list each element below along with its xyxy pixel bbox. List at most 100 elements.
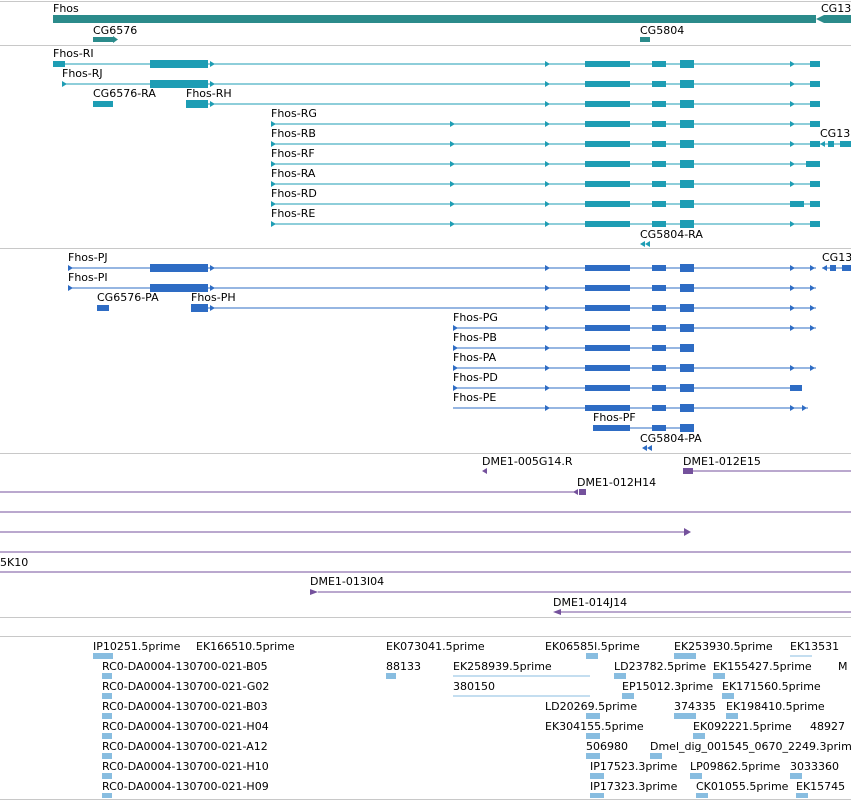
est-506980[interactable]: 506980	[586, 740, 628, 759]
est-rc0-h04[interactable]: RC0-DA0004-130700-021-H04	[102, 720, 269, 739]
est-374335[interactable]: 374335	[674, 700, 716, 719]
protein-fhos-pg[interactable]: Fhos-PG	[453, 311, 816, 332]
exon-cluster	[652, 101, 666, 107]
protein-fhos-pd[interactable]: Fhos-PD	[453, 371, 802, 392]
exon-arrow	[802, 405, 807, 411]
protein-cg13[interactable]: CG13	[822, 251, 851, 271]
exon-arrow	[645, 241, 650, 247]
transcript-fhos-re[interactable]: Fhos-RE	[271, 207, 820, 228]
clone-dme1-012e15[interactable]: DME1-012E15	[683, 455, 851, 474]
est-rc0-a12[interactable]: RC0-DA0004-130700-021-A12	[102, 740, 268, 759]
exon-arrow	[210, 305, 215, 311]
exon	[810, 81, 820, 87]
exon-cluster	[680, 140, 694, 148]
est-ip17523[interactable]: IP17523.3prime	[590, 760, 678, 779]
est-ek258939[interactable]: EK258939.5prime	[453, 660, 590, 677]
est-ek198410[interactable]: EK198410.5prime	[726, 700, 825, 719]
clone-dme1-012h14[interactable]: DME1-012H14	[0, 476, 656, 495]
est-ip17323[interactable]: IP17323.3prime	[590, 780, 678, 798]
clone-dme1-005g14r[interactable]: DME1-005G14.R	[482, 455, 573, 474]
est-ek06585[interactable]: EK06585l.5prime	[545, 640, 640, 659]
transcript-fhos-rd[interactable]: Fhos-RD	[271, 187, 820, 208]
protein-fhos-ph[interactable]: Fhos-PH	[191, 291, 816, 312]
clone-dme1-014j14[interactable]: DME1-014J14	[553, 596, 851, 615]
est-ek073041[interactable]: EK073041.5prime	[386, 640, 485, 653]
protein-fhos-pi[interactable]: Fhos-PI	[68, 271, 816, 292]
exon-arrow	[790, 181, 795, 187]
est-ek166510[interactable]: EK166510.5prime	[196, 640, 295, 653]
est-rc0-b05[interactable]: RC0-DA0004-130700-021-B05	[102, 660, 268, 679]
exon	[840, 141, 851, 147]
clone-row-4[interactable]	[0, 528, 691, 536]
est-label: RC0-DA0004-130700-021-A12	[102, 740, 268, 753]
est-ep15012[interactable]: EP15012.3prime	[622, 680, 713, 699]
clone-dme1-013i04[interactable]: DME1-013I04	[310, 575, 851, 595]
clone-arrow	[684, 528, 691, 536]
protein-fhos-pj[interactable]: Fhos-PJ	[68, 251, 816, 272]
est-label: RC0-DA0004-130700-021-B03	[102, 700, 268, 713]
est-ek253930[interactable]: EK253930.5prime	[674, 640, 773, 659]
gene-cg6576-bar[interactable]	[93, 37, 113, 42]
transcript-fhos-ri[interactable]: Fhos-RI	[53, 47, 820, 68]
est-ek13531[interactable]: EK13531	[790, 640, 839, 657]
transcript-cg13[interactable]: CG13	[820, 127, 851, 147]
est-rc0-g02[interactable]: RC0-DA0004-130700-021-G02	[102, 680, 269, 699]
est-ek171560[interactable]: EK171560.5prime	[722, 680, 821, 699]
protein-fhos-pf[interactable]: Fhos-PF	[593, 411, 694, 432]
protein-fhos-pb[interactable]: Fhos-PB	[453, 331, 694, 352]
exon-cluster	[585, 101, 630, 107]
est-ek155427[interactable]: EK155427.5prime	[713, 660, 812, 679]
est-48927[interactable]: 48927	[810, 720, 845, 733]
est-bar	[674, 653, 696, 659]
gene-cg13-bar[interactable]	[816, 15, 851, 23]
gene-fhos[interactable]: Fhos	[53, 2, 816, 23]
est-bar	[696, 793, 708, 798]
est-ip10251[interactable]: IP10251.5prime	[93, 640, 181, 659]
protein-cg5804-pa[interactable]: CG5804-PA	[640, 432, 702, 451]
est-ck01055[interactable]: CK01055.5prime	[696, 780, 789, 798]
est-88133[interactable]: 88133	[386, 660, 421, 679]
est-label: EK171560.5prime	[722, 680, 821, 693]
est-ek15745[interactable]: EK15745	[796, 780, 845, 798]
transcript-fhos-ra[interactable]: Fhos-RA	[271, 167, 820, 188]
est-dmel-dig[interactable]: Dmel_dig_001545_0670_2249.3prime	[650, 740, 851, 759]
transcript-cg6576-ra[interactable]: CG6576-RA	[93, 87, 156, 107]
transcript-fhos-rg[interactable]: Fhos-RG	[271, 107, 820, 128]
transcript-fhos-rj[interactable]: Fhos-RJ	[62, 67, 820, 88]
est-lp09862[interactable]: LP09862.5prime	[690, 760, 781, 779]
exon	[790, 201, 804, 207]
gene-cg6576-arrow	[113, 36, 118, 43]
gene-cg6576[interactable]: CG6576	[93, 24, 137, 43]
est-bar	[586, 653, 598, 659]
est-label: EK304155.5prime	[545, 720, 644, 733]
gene-fhos-bar[interactable]	[53, 15, 816, 23]
gene-cg5804[interactable]: CG5804	[640, 24, 684, 42]
protein-fhos-pe[interactable]: Fhos-PE	[453, 391, 808, 412]
exon-cluster	[652, 425, 666, 431]
exon-arrow	[545, 201, 550, 207]
est-rc0-b03[interactable]: RC0-DA0004-130700-021-B03	[102, 700, 268, 719]
exon-cluster	[680, 364, 694, 372]
gene-cg13[interactable]: CG13	[816, 2, 851, 23]
est-3033360[interactable]: 3033360	[790, 760, 839, 779]
protein-fhos-pa[interactable]: Fhos-PA	[453, 351, 816, 372]
est-ek092221[interactable]: EK092221.5prime	[693, 720, 792, 739]
transcript-fhos-rf[interactable]: Fhos-RF	[271, 147, 820, 168]
clone-5k10[interactable]: 5K10	[0, 556, 851, 573]
exon-arrow	[642, 445, 647, 451]
gene-cg5804-bar[interactable]	[640, 37, 650, 42]
transcript-label: CG5804-RA	[640, 228, 703, 241]
est-ek304155[interactable]: EK304155.5prime	[545, 720, 644, 739]
transcript-fhos-rh[interactable]: Fhos-RH	[186, 87, 820, 108]
est-380150[interactable]: 380150	[453, 680, 590, 697]
est-m[interactable]: M	[838, 660, 848, 673]
transcript-fhos-rb[interactable]: Fhos-RB	[271, 127, 820, 148]
est-ld20269[interactable]: LD20269.5prime	[545, 700, 637, 719]
exon-arrow	[545, 325, 550, 331]
est-rc0-h09[interactable]: RC0-DA0004-130700-021-H09	[102, 780, 269, 798]
est-bar	[726, 713, 738, 719]
est-rc0-h10[interactable]: RC0-DA0004-130700-021-H10	[102, 760, 269, 779]
transcript-cg5804-ra[interactable]: CG5804-RA	[640, 228, 703, 247]
protein-cg6576-pa[interactable]: CG6576-PA	[97, 291, 159, 311]
est-ld23782[interactable]: LD23782.5prime	[614, 660, 706, 679]
